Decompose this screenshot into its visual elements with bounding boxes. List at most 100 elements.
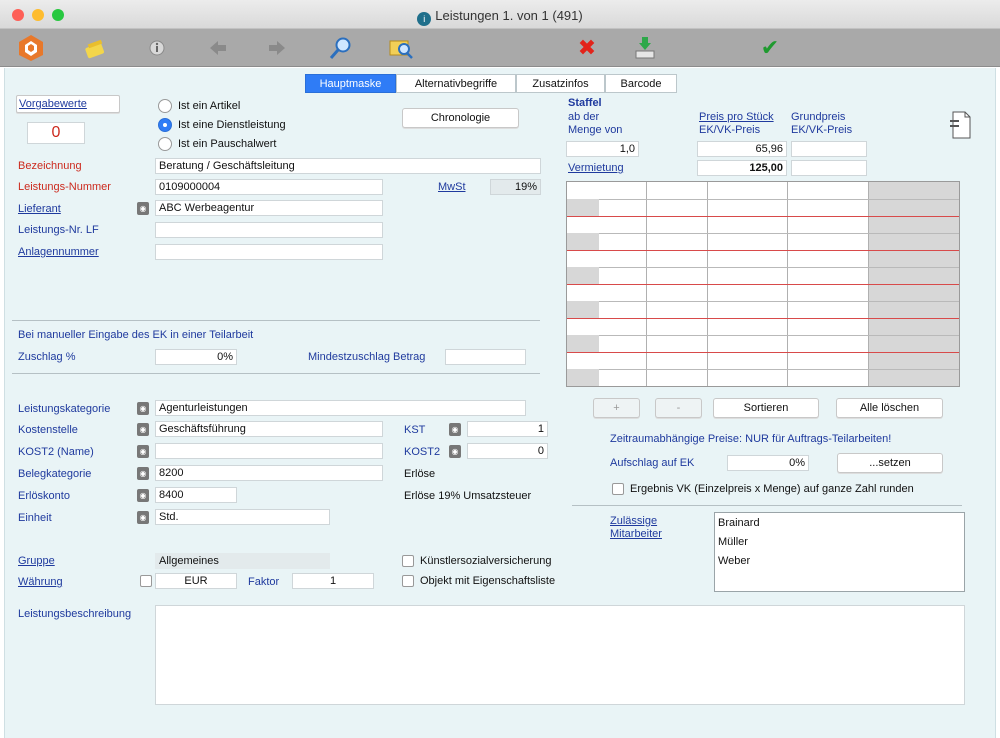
list-item[interactable]: Müller [718, 536, 748, 548]
arrow-right-icon[interactable] [262, 33, 292, 63]
tab-hauptmaske[interactable]: Hauptmaske [305, 74, 396, 93]
radio-artikel[interactable] [158, 99, 172, 113]
zuschlag-field[interactable]: 0% [155, 349, 237, 365]
staffel-label: Staffel [568, 97, 602, 109]
waehrung-link[interactable]: Währung [18, 576, 63, 588]
kuenstler-checkbox[interactable] [402, 555, 414, 567]
mitarbeiter-link-1[interactable]: Zulässige [610, 515, 657, 527]
staffel-table[interactable] [566, 181, 960, 387]
grundpreis-field[interactable] [791, 141, 867, 157]
gruppe-link[interactable]: Gruppe [18, 555, 55, 567]
mitarbeiter-link-2[interactable]: Mitarbeiter [610, 528, 662, 540]
grid-row-line [567, 335, 959, 336]
belegkategorie-label: Belegkategorie [18, 468, 92, 480]
tab-barcode[interactable]: Barcode [605, 74, 677, 93]
kst-field[interactable]: 1 [467, 421, 548, 437]
grid-row-header[interactable] [567, 233, 599, 250]
bezeichnung-field[interactable]: Beratung / Geschäftsleitung [155, 158, 541, 174]
anlagennummer-link[interactable]: Anlagennummer [18, 246, 99, 258]
add-row-button[interactable]: + [593, 398, 640, 418]
chronologie-button[interactable]: Chronologie [402, 108, 519, 128]
tab-zusatzinfos[interactable]: Zusatzinfos [516, 74, 605, 93]
kst-picker-icon[interactable]: ◉ [449, 423, 461, 436]
erloeskonto-field[interactable]: 8400 [155, 487, 237, 503]
kuenstler-label: Künstlersozialversicherung [420, 555, 552, 567]
radio-pauschalwert[interactable] [158, 137, 172, 151]
import-icon[interactable] [630, 33, 660, 63]
list-item[interactable]: Brainard [718, 517, 760, 529]
vermietung-grundpreis-field[interactable] [791, 160, 867, 176]
preis-field[interactable]: 65,96 [697, 141, 787, 157]
belegkategorie-field[interactable]: 8200 [155, 465, 383, 481]
mindestzuschlag-field[interactable] [445, 349, 526, 365]
vermietung-link[interactable]: Vermietung [568, 162, 624, 174]
remove-row-button[interactable]: - [655, 398, 702, 418]
list-item[interactable]: Weber [718, 555, 750, 567]
leistungskategorie-picker-icon[interactable]: ◉ [137, 402, 149, 415]
document-icon[interactable] [950, 110, 972, 140]
grid-row-header[interactable] [567, 301, 599, 318]
sortieren-button[interactable]: Sortieren [713, 398, 819, 418]
confirm-icon[interactable]: ✔ [755, 33, 785, 63]
ek-vk-preis2-label: EK/VK-Preis [791, 124, 853, 136]
mwst-field: 19% [490, 179, 541, 195]
grid-row-line [567, 267, 959, 268]
grundpreis-label: Grundpreis [791, 111, 846, 123]
leistungsnummer-label: Leistungs-Nummer [18, 181, 111, 193]
divider [12, 320, 540, 321]
mitarbeiter-list[interactable]: Brainard Müller Weber [714, 512, 965, 592]
beschreibung-textarea[interactable] [155, 605, 965, 705]
title-bar: i Leistungen 1. von 1 (491) [0, 0, 1000, 29]
grid-row-line [567, 284, 959, 285]
mwst-link[interactable]: MwSt [438, 181, 466, 193]
toolbar: ✖ ✔ [0, 29, 1000, 67]
info-icon[interactable] [142, 33, 172, 63]
kostenstelle-picker-icon[interactable]: ◉ [137, 423, 149, 436]
lieferant-field[interactable]: ABC Werbeagentur [155, 200, 383, 216]
waehrung-checkbox[interactable] [140, 575, 152, 587]
edit-icon[interactable] [80, 33, 110, 63]
einheit-field[interactable]: Std. [155, 509, 330, 525]
leistungsnummer-field[interactable]: 0109000004 [155, 179, 383, 195]
preis-pro-stueck-link[interactable]: Preis pro Stück [699, 111, 774, 123]
anlagennummer-field[interactable] [155, 244, 383, 260]
search-icon[interactable] [326, 33, 356, 63]
objekt-checkbox[interactable] [402, 575, 414, 587]
einheit-picker-icon[interactable]: ◉ [137, 511, 149, 524]
grid-row-line [567, 318, 959, 319]
runden-checkbox[interactable] [612, 483, 624, 495]
alle-loeschen-button[interactable]: Alle löschen [836, 398, 943, 418]
erloeskonto-picker-icon[interactable]: ◉ [137, 489, 149, 502]
kost2name-field[interactable] [155, 443, 383, 459]
kost2name-picker-icon[interactable]: ◉ [137, 445, 149, 458]
menge-field[interactable]: 1,0 [566, 141, 639, 157]
leistungskategorie-field[interactable]: Agenturleistungen [155, 400, 526, 416]
lieferant-link[interactable]: Lieferant [18, 203, 61, 215]
setzen-button[interactable]: ...setzen [837, 453, 943, 473]
delete-icon[interactable]: ✖ [572, 33, 602, 63]
erloese-text: Erlöse 19% Umsatzsteuer [404, 490, 532, 502]
leistungsnr-lf-field[interactable] [155, 222, 383, 238]
grid-row-line [567, 301, 959, 302]
zeitraum-text: Zeitraumabhängige Preise: NUR für Auftra… [610, 433, 892, 445]
grid-row-header[interactable] [567, 369, 599, 386]
faktor-field[interactable]: 1 [292, 573, 374, 589]
app-logo-icon[interactable] [16, 33, 46, 63]
find-folder-icon[interactable] [386, 33, 416, 63]
grid-row-header[interactable] [567, 335, 599, 352]
aufschlag-field[interactable]: 0% [727, 455, 809, 471]
kostenstelle-field[interactable]: Geschäftsführung [155, 421, 383, 437]
lieferant-picker-icon[interactable]: ◉ [137, 202, 149, 215]
kost2-picker-icon[interactable]: ◉ [449, 445, 461, 458]
radio-dienstleistung[interactable] [158, 118, 172, 132]
kost2-field[interactable]: 0 [467, 443, 548, 459]
belegkategorie-picker-icon[interactable]: ◉ [137, 467, 149, 480]
arrow-left-icon[interactable] [203, 33, 233, 63]
grid-row-header[interactable] [567, 267, 599, 284]
waehrung-field[interactable]: EUR [155, 573, 237, 589]
grid-row-header[interactable] [567, 199, 599, 216]
vorgabewerte-button[interactable]: Vorgabewerte [16, 95, 120, 113]
menge-von-label: Menge von [568, 124, 623, 136]
tab-alternativbegriffe[interactable]: Alternativbegriffe [396, 74, 516, 93]
vermietung-field[interactable]: 125,00 [697, 160, 787, 176]
